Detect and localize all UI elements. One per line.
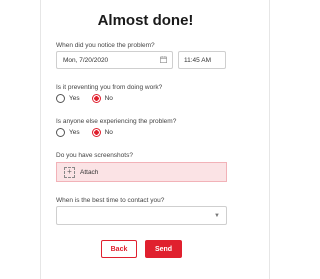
page-title: Almost done! [97,12,194,29]
preventing-label: Is it preventing you from doing work? [56,84,163,91]
preventing-yes-label: Yes [69,95,80,102]
others-yes-option[interactable]: Yes [56,128,80,137]
others-options: Yes No [56,128,125,137]
attach-label: Attach [80,168,99,176]
preventing-no-label: No [104,95,113,102]
others-no-radio[interactable] [91,128,101,137]
preventing-options: Yes No [56,94,125,103]
preventing-yes-radio[interactable] [56,94,65,103]
chevron-down-icon: ▼ [214,213,220,219]
screenshots-label: Do you have screenshots? [56,152,133,159]
time-value: 11:45 AM [184,56,211,64]
others-no-label: No [104,129,113,136]
calendar-icon[interactable] [160,56,167,63]
contact-time-label: When is the best time to contact you? [56,197,165,204]
preventing-no-option[interactable]: No [91,94,113,103]
send-button[interactable]: Send [145,240,182,258]
plus-icon: + [64,166,75,178]
others-label: Is anyone else experiencing the problem? [56,118,177,125]
others-yes-radio[interactable] [56,128,65,137]
contact-time-select[interactable]: ▼ [56,206,227,225]
attach-button[interactable]: + Attach [56,162,227,182]
back-button[interactable]: Back [101,240,137,258]
date-value: Mon, 7/20/2020 [63,56,109,64]
preventing-yes-option[interactable]: Yes [56,94,80,103]
notice-label: When did you notice the problem? [56,42,155,49]
others-yes-label: Yes [69,129,80,136]
date-field[interactable]: Mon, 7/20/2020 [56,51,173,69]
time-field[interactable]: 11:45 AM [178,51,226,69]
others-no-option[interactable]: No [91,128,113,137]
preventing-no-radio[interactable] [91,94,101,103]
left-divider [40,0,41,279]
right-divider [269,0,270,279]
